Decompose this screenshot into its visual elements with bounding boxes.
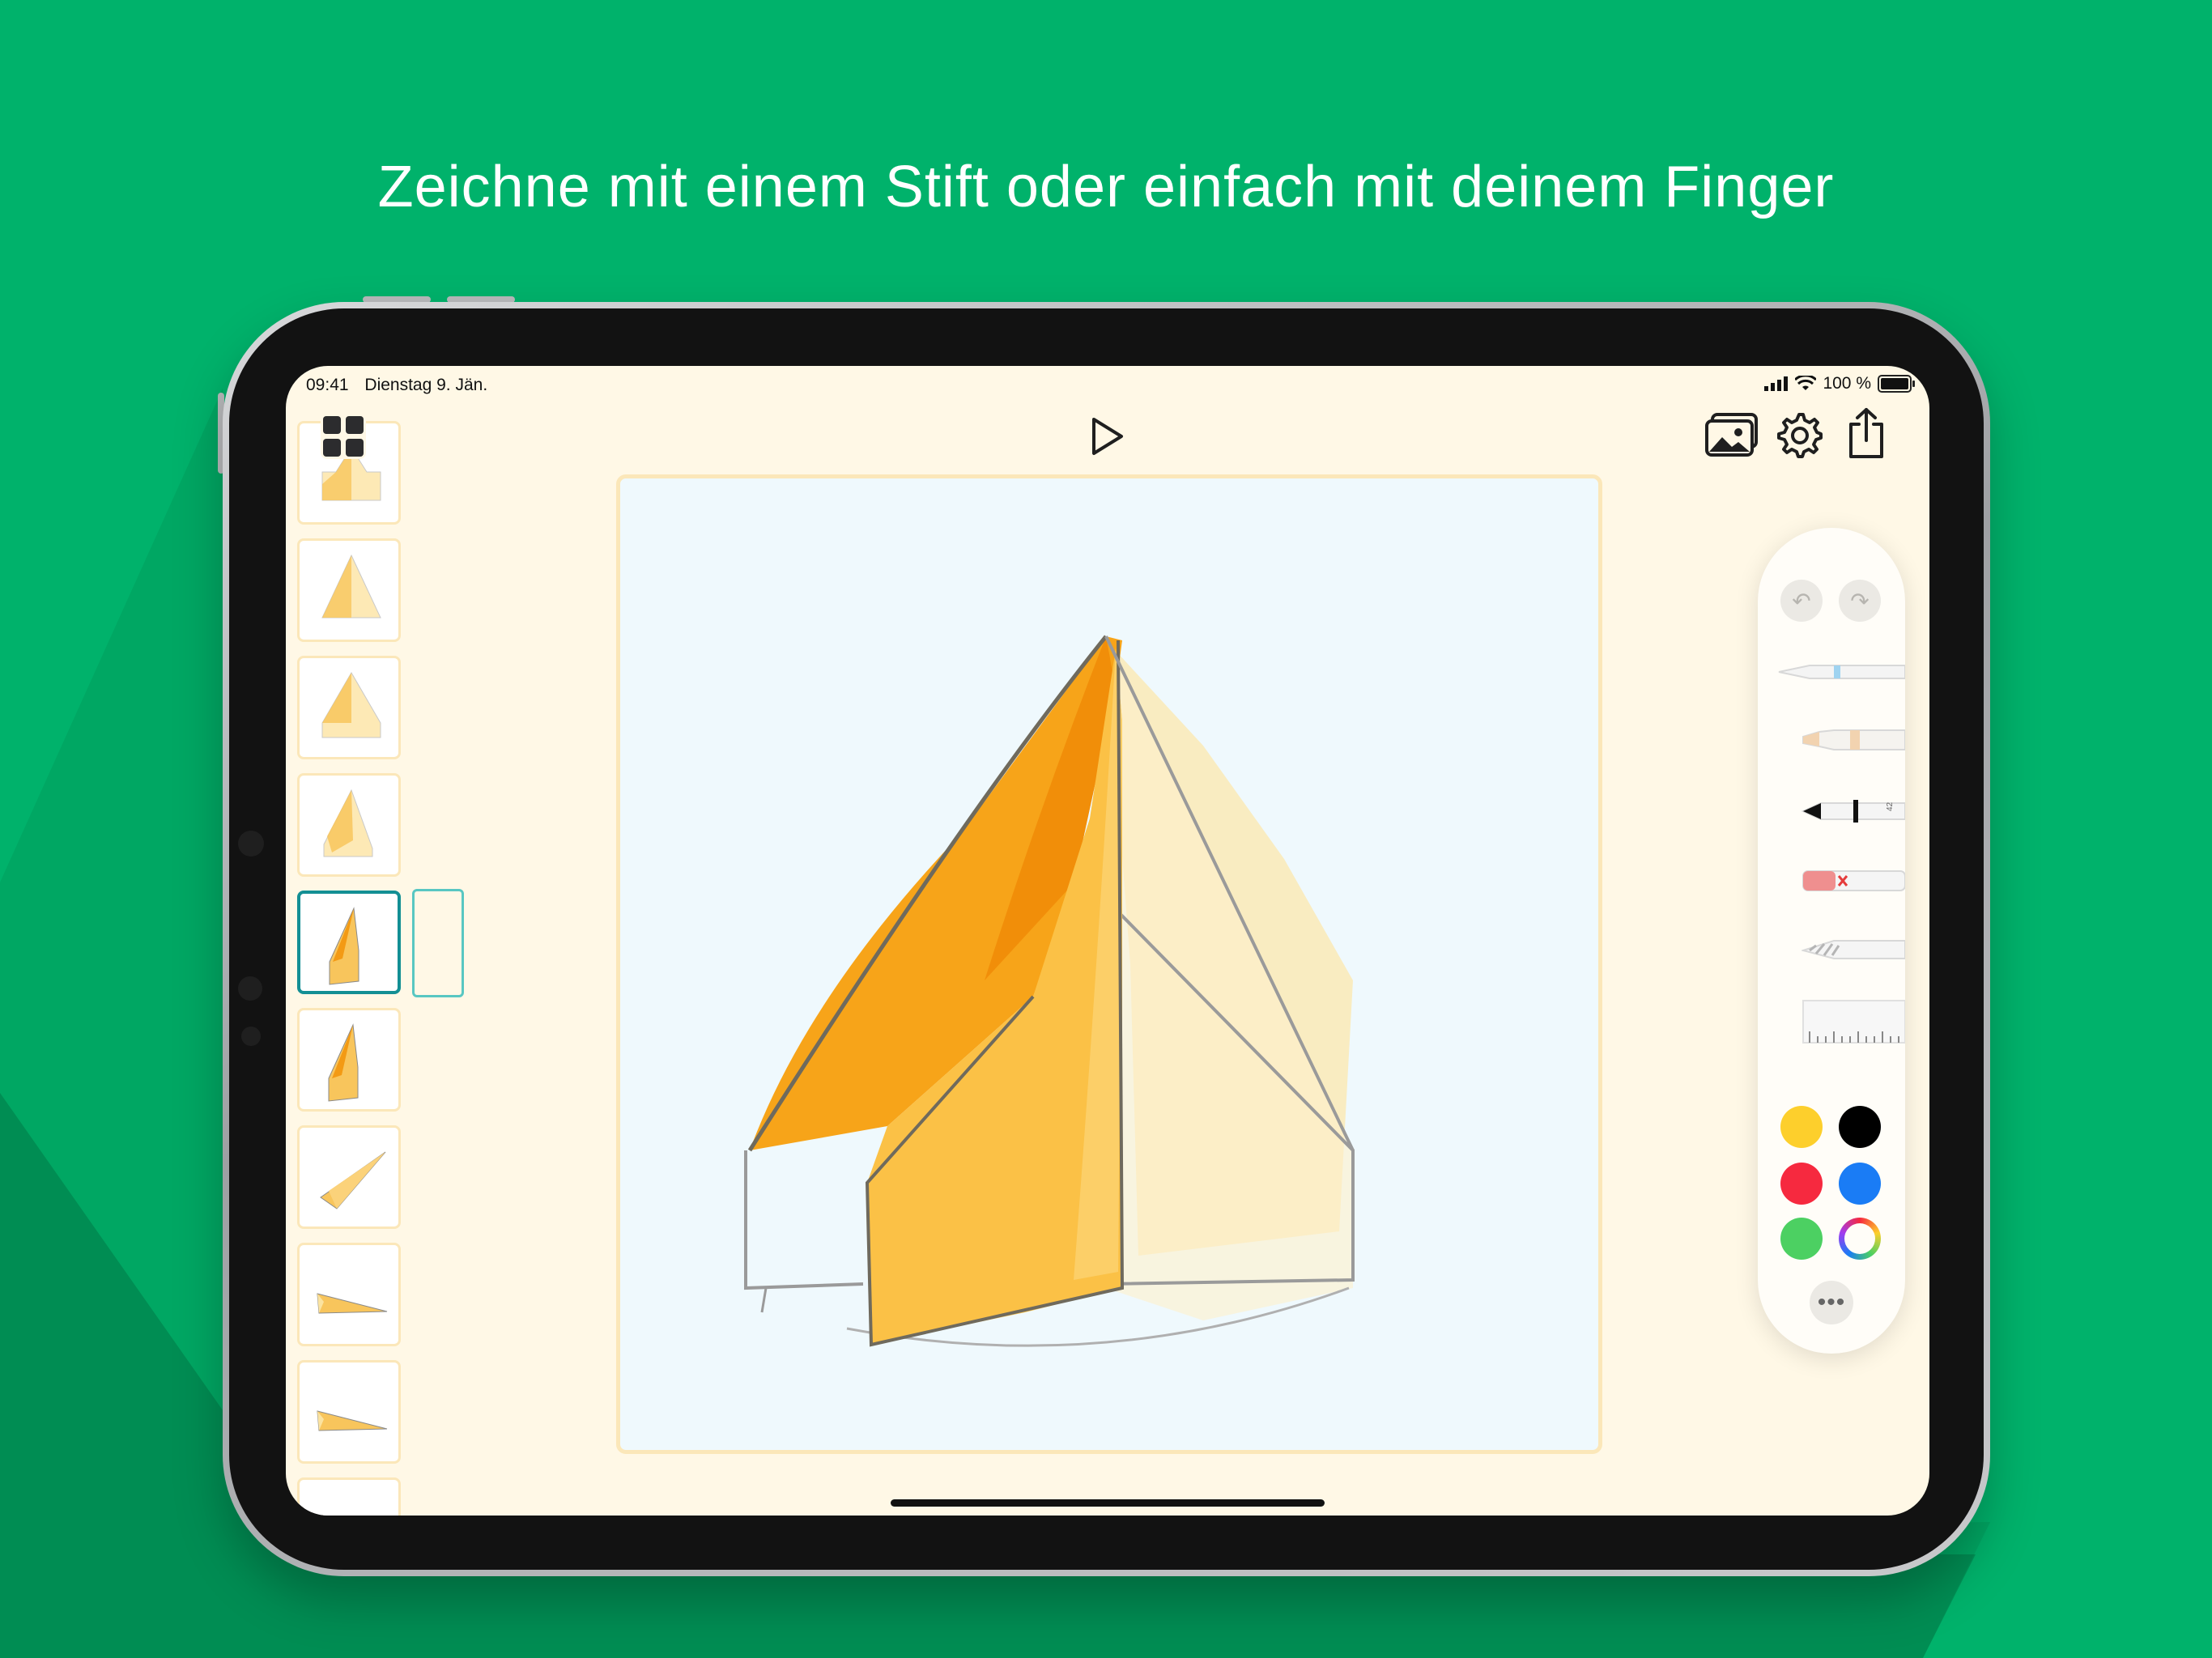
marker-tool-icon[interactable] bbox=[1802, 724, 1905, 756]
camera-dot bbox=[241, 1027, 261, 1046]
color-black[interactable] bbox=[1839, 1106, 1881, 1148]
gallery-icon[interactable] bbox=[1704, 411, 1761, 458]
status-time: 09:41 bbox=[306, 376, 349, 394]
cellular-signal-icon bbox=[1764, 376, 1789, 391]
frame-thumbnail[interactable] bbox=[297, 656, 401, 759]
battery-icon bbox=[1878, 375, 1915, 393]
more-options-button[interactable]: ••• bbox=[1810, 1281, 1853, 1324]
frame-thumbnail[interactable] bbox=[297, 1125, 401, 1229]
frame-preview bbox=[320, 1151, 386, 1209]
camera-dot bbox=[238, 831, 264, 857]
camera-dot bbox=[238, 976, 262, 1001]
pencil-tool-icon[interactable]: 42 bbox=[1802, 795, 1905, 827]
share-icon[interactable] bbox=[1846, 406, 1887, 460]
add-frame-placeholder[interactable] bbox=[412, 889, 464, 997]
frame-preview bbox=[321, 554, 381, 619]
wifi-icon bbox=[1795, 376, 1817, 390]
color-yellow[interactable] bbox=[1780, 1106, 1823, 1148]
frame-thumbnail[interactable] bbox=[297, 1360, 401, 1464]
color-blue[interactable] bbox=[1839, 1163, 1881, 1205]
redo-button[interactable]: ↷ bbox=[1839, 580, 1881, 622]
home-indicator[interactable] bbox=[891, 1499, 1325, 1507]
color-green[interactable] bbox=[1780, 1218, 1823, 1260]
eraser-tool-icon[interactable] bbox=[1802, 865, 1905, 897]
frame-thumbnail[interactable] bbox=[297, 891, 401, 994]
lasso-tool-icon[interactable] bbox=[1802, 933, 1905, 965]
undo-button[interactable]: ↶ bbox=[1780, 580, 1823, 622]
frame-thumbnail[interactable] bbox=[297, 773, 401, 877]
color-red[interactable] bbox=[1780, 1163, 1823, 1205]
gear-icon[interactable] bbox=[1776, 411, 1823, 458]
status-date: Dienstag 9. Jän. bbox=[364, 376, 488, 394]
app-screen: 09:41 Dienstag 9. Jän. 100 % ↶ ↷ 42 ••• bbox=[286, 366, 1929, 1516]
play-icon[interactable] bbox=[1089, 416, 1126, 457]
status-bar-right: 100 % bbox=[1764, 374, 1915, 393]
frame-preview bbox=[317, 1293, 388, 1314]
grid-icon[interactable] bbox=[321, 414, 366, 459]
pen-tool-icon[interactable] bbox=[1777, 656, 1905, 688]
color-picker-icon[interactable] bbox=[1839, 1218, 1881, 1260]
frame-preview bbox=[323, 789, 373, 857]
frame-thumbnail[interactable] bbox=[297, 1243, 401, 1346]
frame-thumbnail[interactable] bbox=[297, 538, 401, 642]
frame-preview bbox=[328, 1023, 359, 1102]
frame-thumbnail[interactable] bbox=[297, 1008, 401, 1112]
frame-preview bbox=[317, 1410, 388, 1431]
frame-preview bbox=[329, 907, 359, 985]
drawing-canvas[interactable] bbox=[616, 474, 1602, 1454]
battery-percent: 100 % bbox=[1823, 374, 1871, 393]
frame-preview bbox=[321, 672, 381, 738]
tool-palette: ↶ ↷ 42 ••• bbox=[1758, 528, 1905, 1354]
status-bar-left: 09:41 Dienstag 9. Jän. bbox=[306, 376, 499, 395]
headline: Zeichne mit einem Stift oder einfach mit… bbox=[377, 155, 1835, 219]
ruler-tool-icon[interactable] bbox=[1802, 997, 1905, 1046]
frame-thumbnail[interactable] bbox=[297, 1477, 401, 1516]
paper-plane-drawing bbox=[744, 635, 1355, 1347]
pencil-size-label: 42 bbox=[1886, 801, 1895, 811]
